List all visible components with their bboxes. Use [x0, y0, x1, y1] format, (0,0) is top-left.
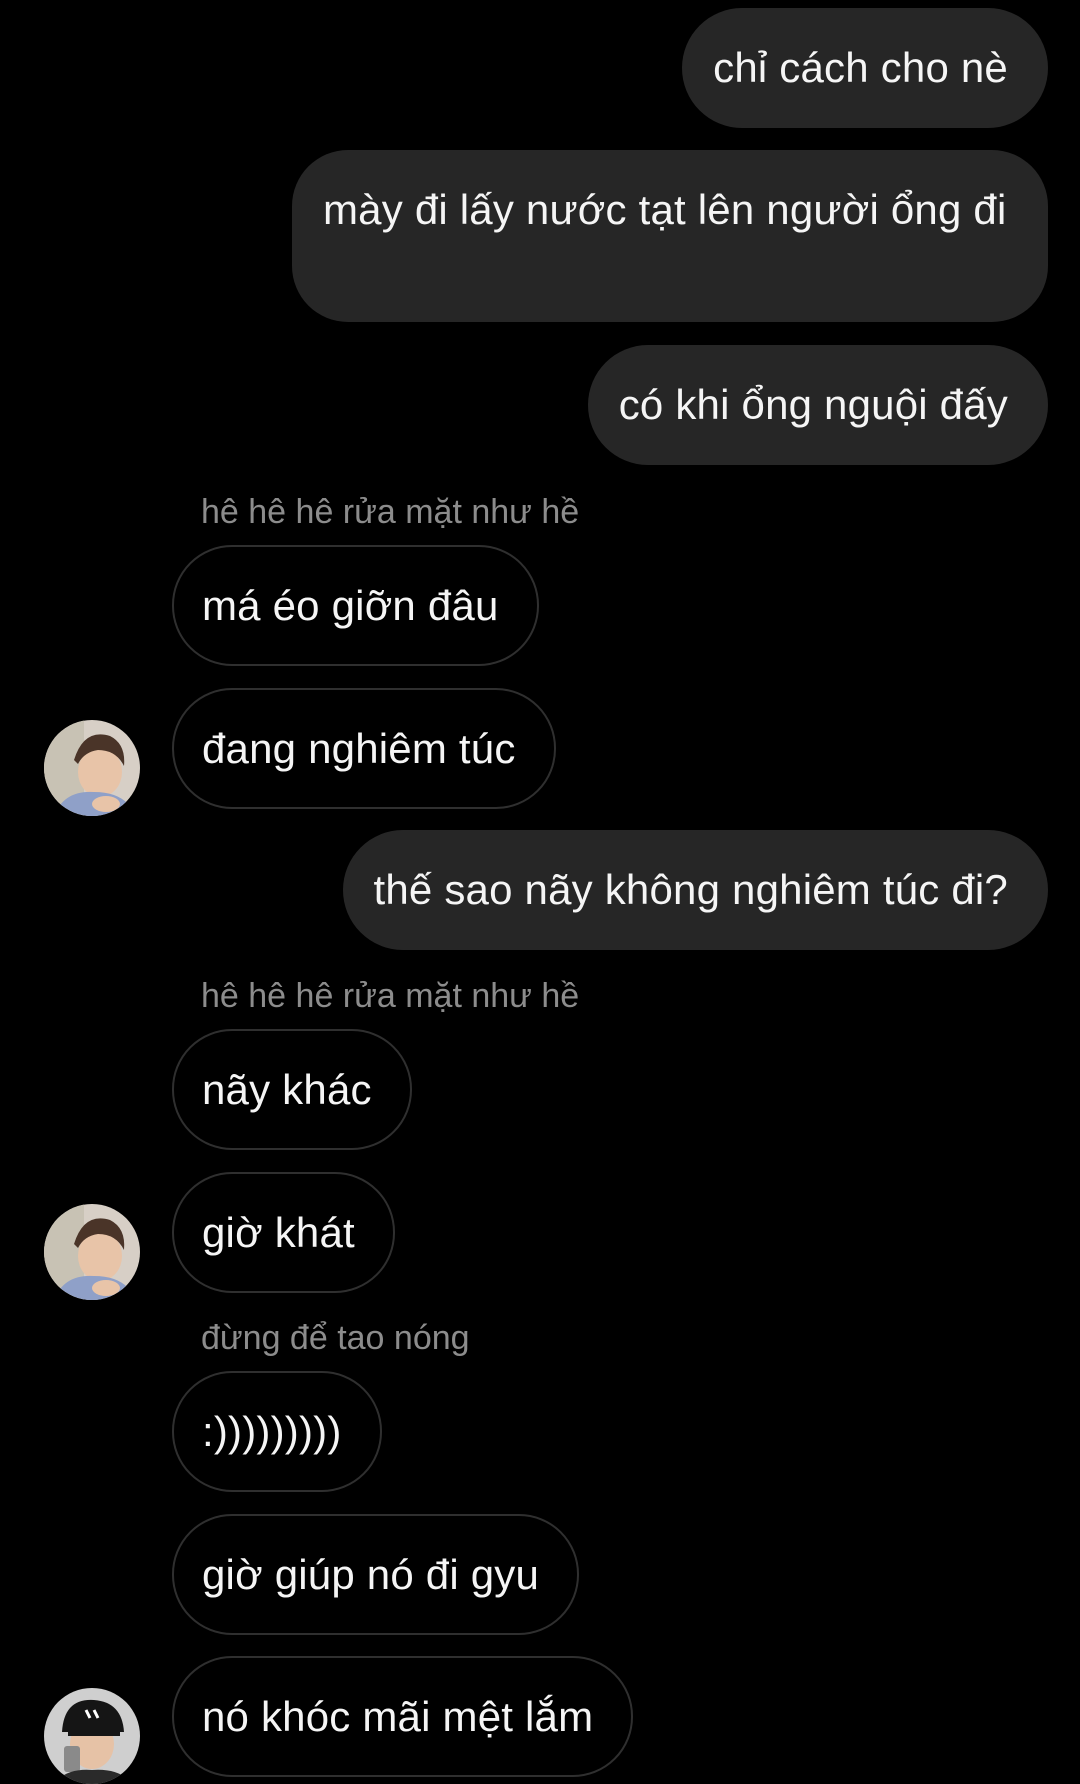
message-text: má éo giỡn đâu: [202, 581, 499, 629]
sender-avatar[interactable]: [44, 1688, 140, 1784]
user-avatar-icon: [44, 1688, 140, 1784]
message-bubble-incoming[interactable]: nãy khác: [172, 1029, 412, 1150]
message-text: thế sao nãy không nghiêm túc đi?: [373, 866, 1008, 913]
message-text: giờ khát: [202, 1208, 355, 1256]
message-bubble-incoming[interactable]: má éo giỡn đâu: [172, 545, 539, 666]
message-text: mày đi lấy nước tạt lên người ổng đi: [323, 186, 1007, 233]
message-bubble-incoming[interactable]: đang nghiêm túc: [172, 688, 556, 809]
message-bubble-outgoing[interactable]: thế sao nãy không nghiêm túc đi?: [342, 830, 1048, 950]
message-bubble-incoming[interactable]: nó khóc mãi mệt lắm: [172, 1656, 634, 1777]
message-text: đang nghiêm túc: [202, 724, 516, 772]
message-bubble-incoming[interactable]: giờ giúp nó đi gyu: [172, 1514, 580, 1635]
message-text: nãy khác: [202, 1065, 372, 1113]
user-avatar-icon: [44, 720, 140, 816]
message-text: :))))))))): [202, 1407, 342, 1455]
sender-avatar[interactable]: [44, 720, 140, 816]
reply-context-label: hê hê hê rửa mặt như hề: [201, 977, 580, 1015]
message-bubble-outgoing[interactable]: chỉ cách cho nè: [682, 8, 1048, 128]
message-bubble-incoming[interactable]: :))))))))): [172, 1371, 382, 1492]
reply-context-label: đừng để tao nóng: [201, 1319, 470, 1357]
message-text: chỉ cách cho nè: [713, 44, 1008, 91]
reply-context-label: hê hê hê rửa mặt như hề: [201, 493, 580, 531]
message-bubble-outgoing[interactable]: có khi ổng nguội đấy: [587, 345, 1048, 465]
message-text: giờ giúp nó đi gyu: [202, 1550, 540, 1598]
message-text: có khi ổng nguội đấy: [618, 381, 1008, 428]
message-bubble-outgoing[interactable]: mày đi lấy nước tạt lên người ổng đi: [292, 150, 1048, 322]
message-bubble-incoming[interactable]: giờ khát: [172, 1172, 395, 1293]
user-avatar-icon: [44, 1204, 140, 1300]
sender-avatar[interactable]: [44, 1204, 140, 1300]
message-text: nó khóc mãi mệt lắm: [202, 1692, 594, 1740]
